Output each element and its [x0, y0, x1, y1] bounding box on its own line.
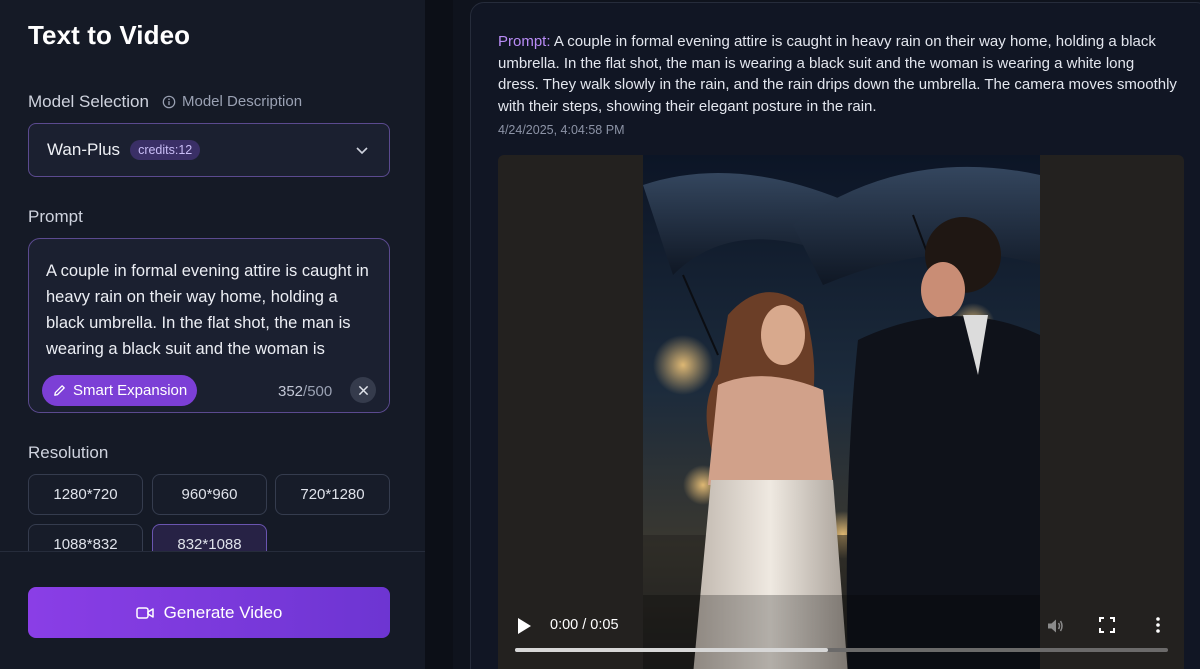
- video-seek-bar[interactable]: [515, 648, 1168, 652]
- result-prompt-key: Prompt:: [498, 33, 551, 50]
- smart-expansion-button[interactable]: Smart Expansion: [42, 375, 198, 406]
- video-player[interactable]: 0:00 / 0:05: [498, 155, 1184, 669]
- chevron-down-icon: [356, 147, 368, 155]
- result-timestamp: 4/24/2025, 4:04:58 PM: [498, 123, 625, 137]
- model-select-value: Wan-Plus: [47, 140, 121, 159]
- panel-gap: [425, 0, 453, 669]
- generation-panel: Text to Video Model Selection Model Desc…: [0, 0, 425, 669]
- result-prompt: Prompt: A couple in formal evening attir…: [498, 31, 1178, 117]
- resolution-option-1280x720[interactable]: 1280*720: [28, 474, 143, 515]
- close-icon: [358, 385, 368, 395]
- prompt-label: Prompt: [28, 207, 83, 226]
- generate-video-label: Generate Video: [163, 602, 283, 622]
- prompt-text: A couple in formal evening attire is cau…: [46, 262, 374, 370]
- character-count: 352: [278, 383, 304, 400]
- smart-expansion-label: Smart Expansion: [73, 382, 188, 399]
- character-limit: /500: [303, 383, 333, 400]
- video-seek-progress: [515, 648, 829, 652]
- clear-prompt-button[interactable]: [350, 377, 376, 403]
- video-controls: 0:00 / 0:05: [498, 595, 1184, 669]
- character-counter: 352/500: [278, 383, 332, 400]
- model-select[interactable]: Wan-Plus credits:12: [28, 123, 390, 177]
- video-time: 0:00 / 0:05: [550, 617, 619, 633]
- info-icon: [162, 95, 176, 108]
- result-card: Prompt: A couple in formal evening attir…: [470, 2, 1200, 669]
- prompt-textarea[interactable]: A couple in formal evening attire is cau…: [28, 238, 390, 413]
- model-selection-label: Model Selection: [28, 92, 149, 111]
- fullscreen-icon[interactable]: [1099, 617, 1115, 633]
- pencil-icon: [54, 385, 65, 396]
- result-prompt-value: A couple in formal evening attire is cau…: [498, 33, 1177, 115]
- model-description-label: Model Description: [182, 93, 303, 110]
- page-title: Text to Video: [28, 20, 191, 50]
- divider: [0, 551, 425, 552]
- resolution-option-832x1088[interactable]: 832*1088: [152, 524, 267, 551]
- model-description-link[interactable]: Model Description: [162, 93, 302, 110]
- results-panel: Prompt: A couple in formal evening attir…: [453, 0, 1200, 669]
- volume-icon[interactable]: [1046, 617, 1064, 635]
- settings-scroll-area[interactable]: Text to Video Model Selection Model Desc…: [0, 0, 425, 551]
- video-camera-icon: [135, 606, 154, 619]
- resolution-option-960x960[interactable]: 960*960: [152, 474, 267, 515]
- generate-video-button[interactable]: Generate Video: [28, 587, 390, 638]
- video-frame: [643, 155, 1040, 669]
- resolution-option-1088x832[interactable]: 1088*832: [28, 524, 143, 551]
- credits-badge: credits:12: [130, 140, 201, 160]
- resolution-option-720x1280[interactable]: 720*1280: [275, 474, 390, 515]
- resolution-label: Resolution: [28, 443, 109, 462]
- more-vertical-icon[interactable]: [1155, 616, 1161, 634]
- play-icon[interactable]: [516, 617, 532, 635]
